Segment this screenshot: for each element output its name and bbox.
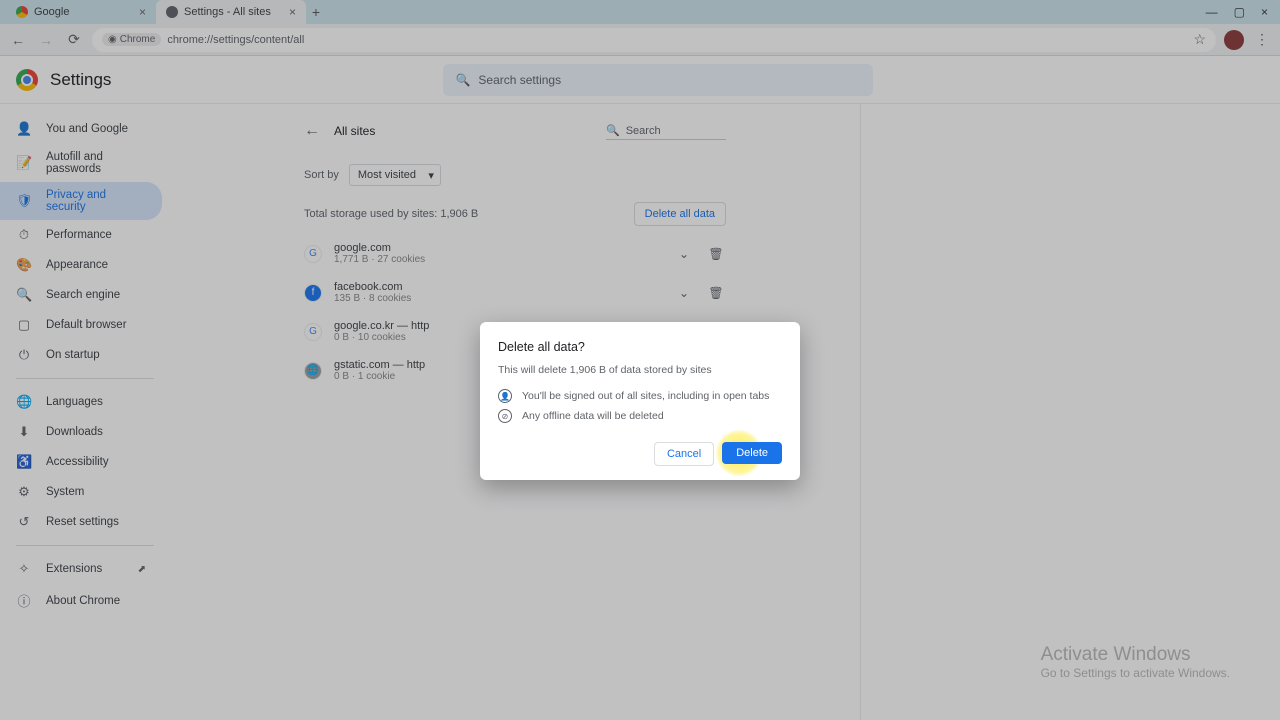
dialog-title: Delete all data? [498, 340, 782, 354]
dialog-actions: Cancel Delete [498, 442, 782, 466]
bullet-text: You'll be signed out of all sites, inclu… [522, 390, 769, 402]
bullet-text: Any offline data will be deleted [522, 410, 664, 422]
offline-icon: ⊘ [498, 409, 512, 423]
person-icon: 👤 [498, 389, 512, 403]
delete-button[interactable]: Delete [722, 442, 782, 464]
watermark-line2: Go to Settings to activate Windows. [1041, 666, 1230, 680]
watermark-line1: Activate Windows [1041, 644, 1230, 666]
delete-all-data-dialog: Delete all data? This will delete 1,906 … [480, 322, 800, 480]
cancel-button[interactable]: Cancel [654, 442, 714, 466]
dialog-bullet-signout: 👤 You'll be signed out of all sites, inc… [498, 386, 782, 406]
dialog-bullet-offline: ⊘ Any offline data will be deleted [498, 406, 782, 426]
dialog-description: This will delete 1,906 B of data stored … [498, 364, 782, 376]
windows-activation-watermark: Activate Windows Go to Settings to activ… [1041, 644, 1230, 680]
